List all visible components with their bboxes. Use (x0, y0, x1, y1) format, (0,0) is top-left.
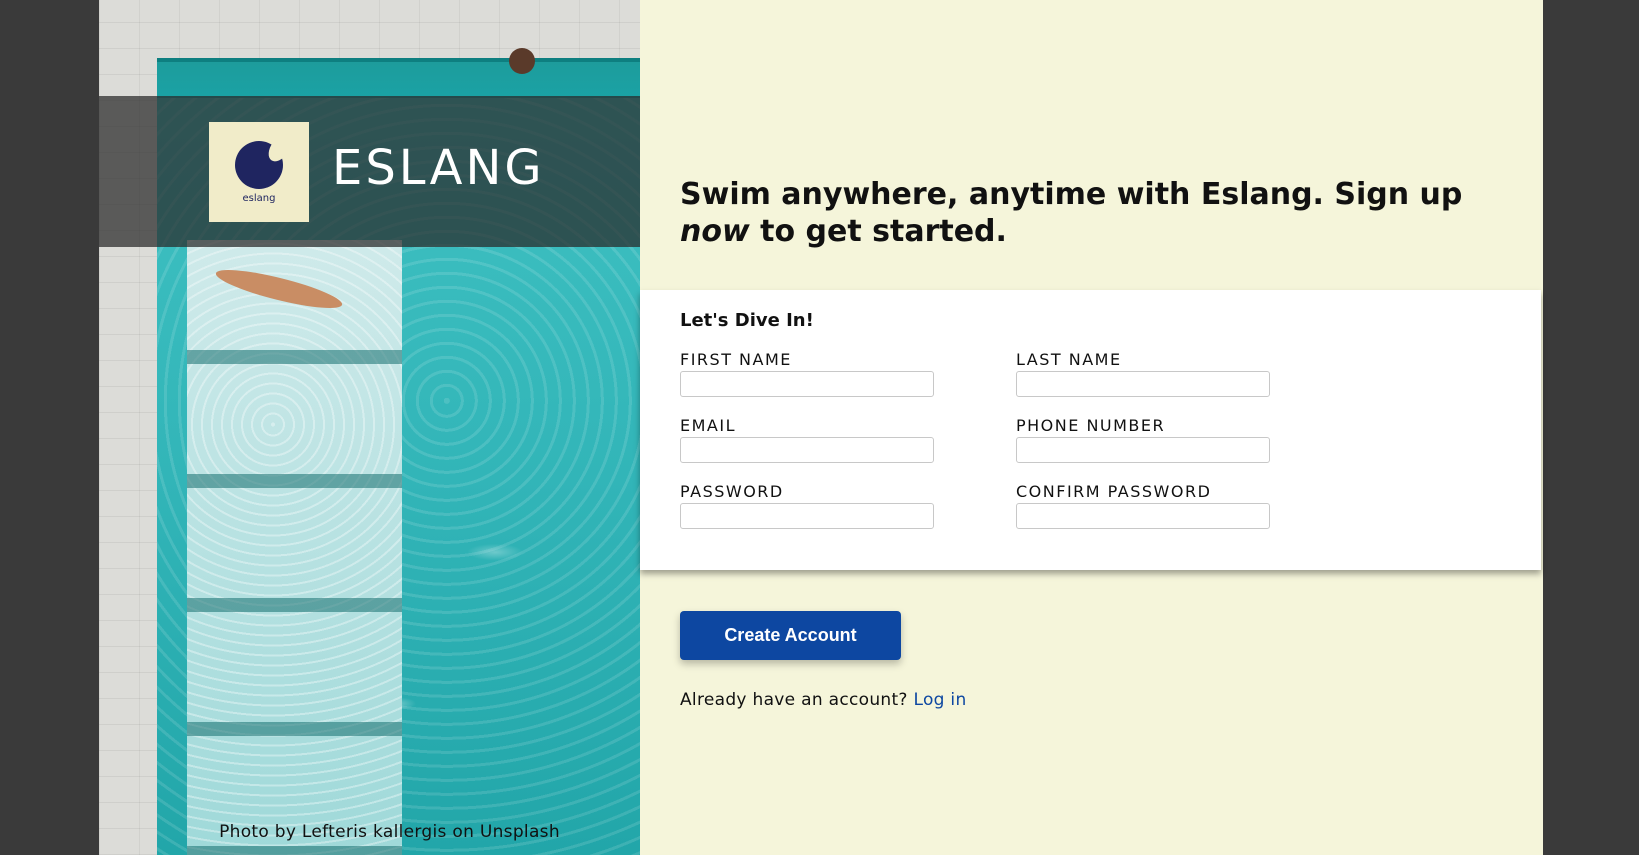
login-prompt-text: Already have an account? (680, 690, 914, 710)
form-title: Let's Dive In! (680, 310, 814, 331)
phone-field: PHONE NUMBER (1016, 416, 1272, 463)
confirm-password-input[interactable] (1016, 503, 1270, 529)
login-prompt: Already have an account? Log in (680, 690, 967, 710)
first-name-field: FIRST NAME (680, 350, 936, 397)
headline-emphasis: now (680, 214, 750, 249)
swimmer-figure (509, 48, 535, 74)
first-name-label: FIRST NAME (680, 350, 792, 369)
rocket-logo-icon (235, 140, 283, 189)
logo: eslang (209, 122, 309, 222)
email-label: EMAIL (680, 416, 736, 435)
password-field: PASSWORD (680, 482, 936, 529)
password-label: PASSWORD (680, 482, 784, 501)
email-field: EMAIL (680, 416, 936, 463)
brand-name: ESLANG (332, 140, 545, 196)
signup-panel: Swim anywhere, anytime with Eslang. Sign… (640, 0, 1543, 855)
login-link[interactable]: Log in (913, 690, 966, 710)
first-name-input[interactable] (680, 371, 934, 397)
create-account-button[interactable]: Create Account (680, 611, 901, 660)
last-name-input[interactable] (1016, 371, 1270, 397)
logo-text: eslang (242, 192, 276, 204)
photo-credit: Photo by Lefteris kallergis on Unsplash (219, 822, 560, 842)
page-frame: eslang ESLANG Photo by Lefteris kallergi… (99, 0, 1543, 855)
phone-input[interactable] (1016, 437, 1270, 463)
last-name-label: LAST NAME (1016, 350, 1122, 369)
confirm-password-label: CONFIRM PASSWORD (1016, 482, 1212, 501)
pool-shallow-ledge (187, 240, 402, 855)
hero-photo: eslang ESLANG Photo by Lefteris kallergi… (99, 0, 640, 855)
signup-form-card: Let's Dive In! FIRST NAME LAST NAME EMAI… (640, 290, 1541, 570)
headline-part1: Swim anywhere, anytime with Eslang. Sign… (680, 177, 1463, 212)
password-input[interactable] (680, 503, 934, 529)
last-name-field: LAST NAME (1016, 350, 1272, 397)
email-input[interactable] (680, 437, 934, 463)
headline-part2: to get started. (749, 214, 1007, 249)
page-headline: Swim anywhere, anytime with Eslang. Sign… (680, 176, 1500, 250)
confirm-password-field: CONFIRM PASSWORD (1016, 482, 1272, 529)
phone-label: PHONE NUMBER (1016, 416, 1166, 435)
